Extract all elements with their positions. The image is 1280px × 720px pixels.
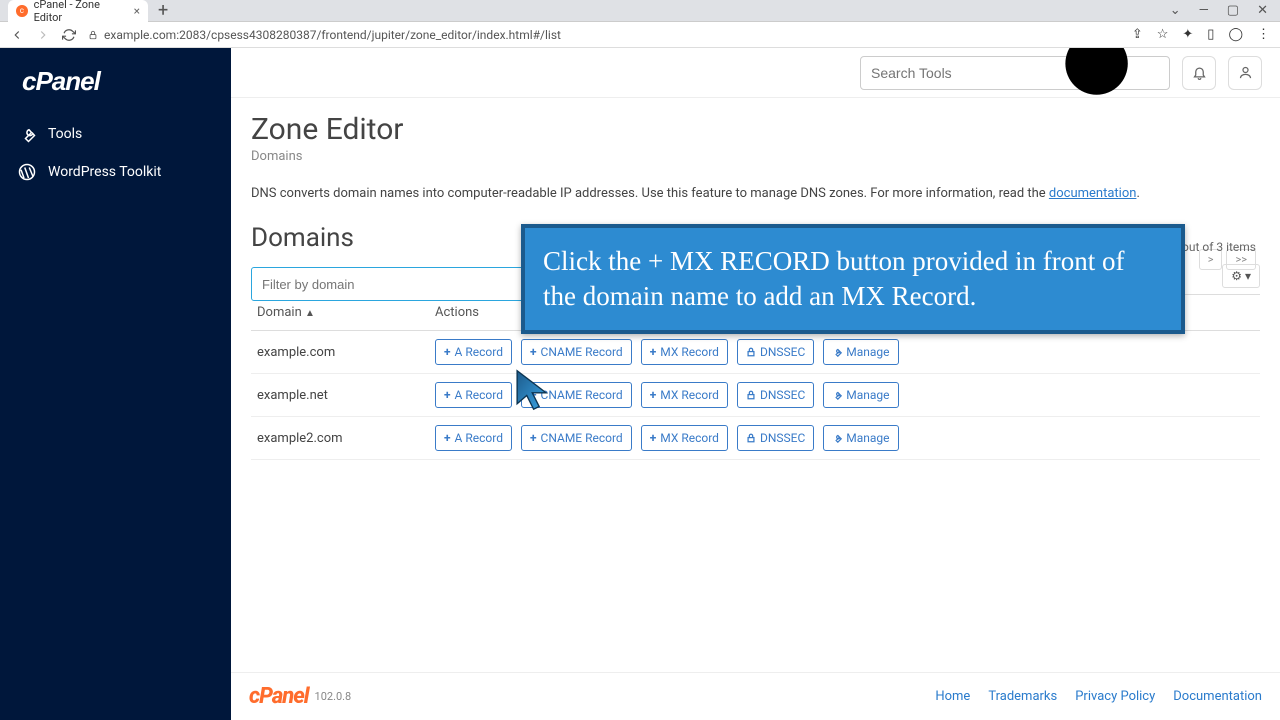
sidebar-item-label: Tools xyxy=(48,126,82,142)
browser-tab[interactable]: c cPanel - Zone Editor × xyxy=(8,0,148,22)
add-a-record-button[interactable]: +A Record xyxy=(435,425,512,451)
sidebar-item-tools[interactable]: Tools xyxy=(0,115,231,153)
add-mx-record-button[interactable]: +MX Record xyxy=(641,425,728,451)
sort-asc-icon: ▲ xyxy=(305,308,315,319)
footer-link-home[interactable]: Home xyxy=(935,689,970,704)
table-row: example.com +A Record +CNAME Record +MX … xyxy=(251,331,1260,374)
reload-icon[interactable] xyxy=(62,28,76,42)
manage-button[interactable]: Manage xyxy=(823,425,898,451)
account-button[interactable] xyxy=(1228,56,1262,90)
add-cname-record-button[interactable]: +CNAME Record xyxy=(521,425,632,451)
plus-icon: + xyxy=(650,431,657,445)
lock-icon xyxy=(88,30,98,40)
favicon: c xyxy=(16,5,28,17)
minimize-icon[interactable]: — xyxy=(1199,3,1209,18)
add-a-record-button[interactable]: +A Record xyxy=(435,339,512,365)
panel-icon[interactable]: ▯ xyxy=(1207,27,1214,42)
close-window-icon[interactable]: ✕ xyxy=(1257,3,1268,18)
notifications-button[interactable] xyxy=(1182,56,1216,90)
dnssec-button[interactable]: DNSSEC xyxy=(737,382,814,408)
sidebar-item-label: WordPress Toolkit xyxy=(48,164,161,180)
plus-icon: + xyxy=(650,388,657,402)
menu-icon[interactable]: ⋮ xyxy=(1257,27,1270,42)
lock-icon xyxy=(746,390,756,400)
dnssec-button[interactable]: DNSSEC xyxy=(737,425,814,451)
add-cname-record-button[interactable]: +CNAME Record xyxy=(521,339,632,365)
lock-icon xyxy=(746,433,756,443)
plus-icon: + xyxy=(530,345,537,359)
wrench-icon xyxy=(832,347,842,357)
footer-link-trademarks[interactable]: Trademarks xyxy=(988,689,1057,704)
sidebar: cPanel Tools WordPress Toolkit xyxy=(0,48,231,720)
sidebar-item-wordpress[interactable]: WordPress Toolkit xyxy=(0,153,231,191)
search-tools-field[interactable] xyxy=(860,56,1170,90)
footer-logo: cPanel xyxy=(249,684,309,709)
wrench-icon xyxy=(832,390,842,400)
lock-icon xyxy=(746,347,756,357)
chevron-down-icon[interactable]: ⌄ xyxy=(1170,3,1181,18)
plus-icon: + xyxy=(530,431,537,445)
maximize-icon[interactable]: ▢ xyxy=(1227,3,1239,18)
add-mx-record-button[interactable]: +MX Record xyxy=(641,382,728,408)
table-row: example2.com +A Record +CNAME Record +MX… xyxy=(251,417,1260,460)
back-icon[interactable] xyxy=(10,28,24,42)
wrench-icon xyxy=(18,125,36,143)
browser-address-bar: example.com:2083/cpsess4308280387/fronte… xyxy=(0,22,1280,48)
table-row: example.net +A Record +CNAME Record +MX … xyxy=(251,374,1260,417)
filter-domain-input[interactable] xyxy=(251,267,537,301)
plus-icon: + xyxy=(444,345,451,359)
share-icon[interactable]: ⇪ xyxy=(1132,27,1143,42)
new-tab-button[interactable]: + xyxy=(158,0,168,21)
breadcrumb: Domains xyxy=(251,149,1260,164)
manage-button[interactable]: Manage xyxy=(823,339,898,365)
domain-cell: example.net xyxy=(251,388,435,403)
search-input[interactable] xyxy=(871,65,1052,81)
star-icon[interactable]: ☆ xyxy=(1157,27,1169,42)
domain-cell: example.com xyxy=(251,345,435,360)
bell-icon xyxy=(1192,65,1207,80)
search-icon xyxy=(1052,48,1159,126)
tab-title: cPanel - Zone Editor xyxy=(34,0,128,24)
footer-version: 102.0.8 xyxy=(315,690,352,703)
plus-icon: + xyxy=(650,345,657,359)
table-settings-button[interactable]: ⚙ ▾ xyxy=(1222,264,1260,288)
wordpress-icon xyxy=(18,163,36,181)
dnssec-button[interactable]: DNSSEC xyxy=(737,339,814,365)
topbar xyxy=(231,48,1280,98)
url-display[interactable]: example.com:2083/cpsess4308280387/fronte… xyxy=(88,28,561,42)
add-a-record-button[interactable]: +A Record xyxy=(435,382,512,408)
footer: cPanel 102.0.8 Home Trademarks Privacy P… xyxy=(231,672,1280,720)
close-tab-icon[interactable]: × xyxy=(134,4,140,18)
plus-icon: + xyxy=(530,388,537,402)
documentation-link[interactable]: documentation xyxy=(1049,186,1137,201)
forward-icon[interactable] xyxy=(36,28,50,42)
cpanel-logo: cPanel xyxy=(0,62,231,115)
profile-icon[interactable]: ◯ xyxy=(1228,27,1243,42)
browser-tabbar: c cPanel - Zone Editor × + ⌄ — ▢ ✕ xyxy=(0,0,1280,22)
extensions-icon[interactable]: ✦ xyxy=(1182,27,1193,42)
user-icon xyxy=(1238,65,1253,80)
footer-link-privacy[interactable]: Privacy Policy xyxy=(1075,689,1155,704)
tutorial-callout: Click the + MX RECORD button provided in… xyxy=(521,224,1185,334)
plus-icon: + xyxy=(444,388,451,402)
domain-cell: example2.com xyxy=(251,431,435,446)
wrench-icon xyxy=(832,433,842,443)
page-description: DNS converts domain names into computer-… xyxy=(251,186,1260,201)
add-cname-record-button[interactable]: +CNAME Record xyxy=(521,382,632,408)
plus-icon: + xyxy=(444,431,451,445)
manage-button[interactable]: Manage xyxy=(823,382,898,408)
add-mx-record-button[interactable]: +MX Record xyxy=(641,339,728,365)
footer-link-documentation[interactable]: Documentation xyxy=(1173,689,1262,704)
column-domain[interactable]: Domain ▲ xyxy=(251,305,435,320)
